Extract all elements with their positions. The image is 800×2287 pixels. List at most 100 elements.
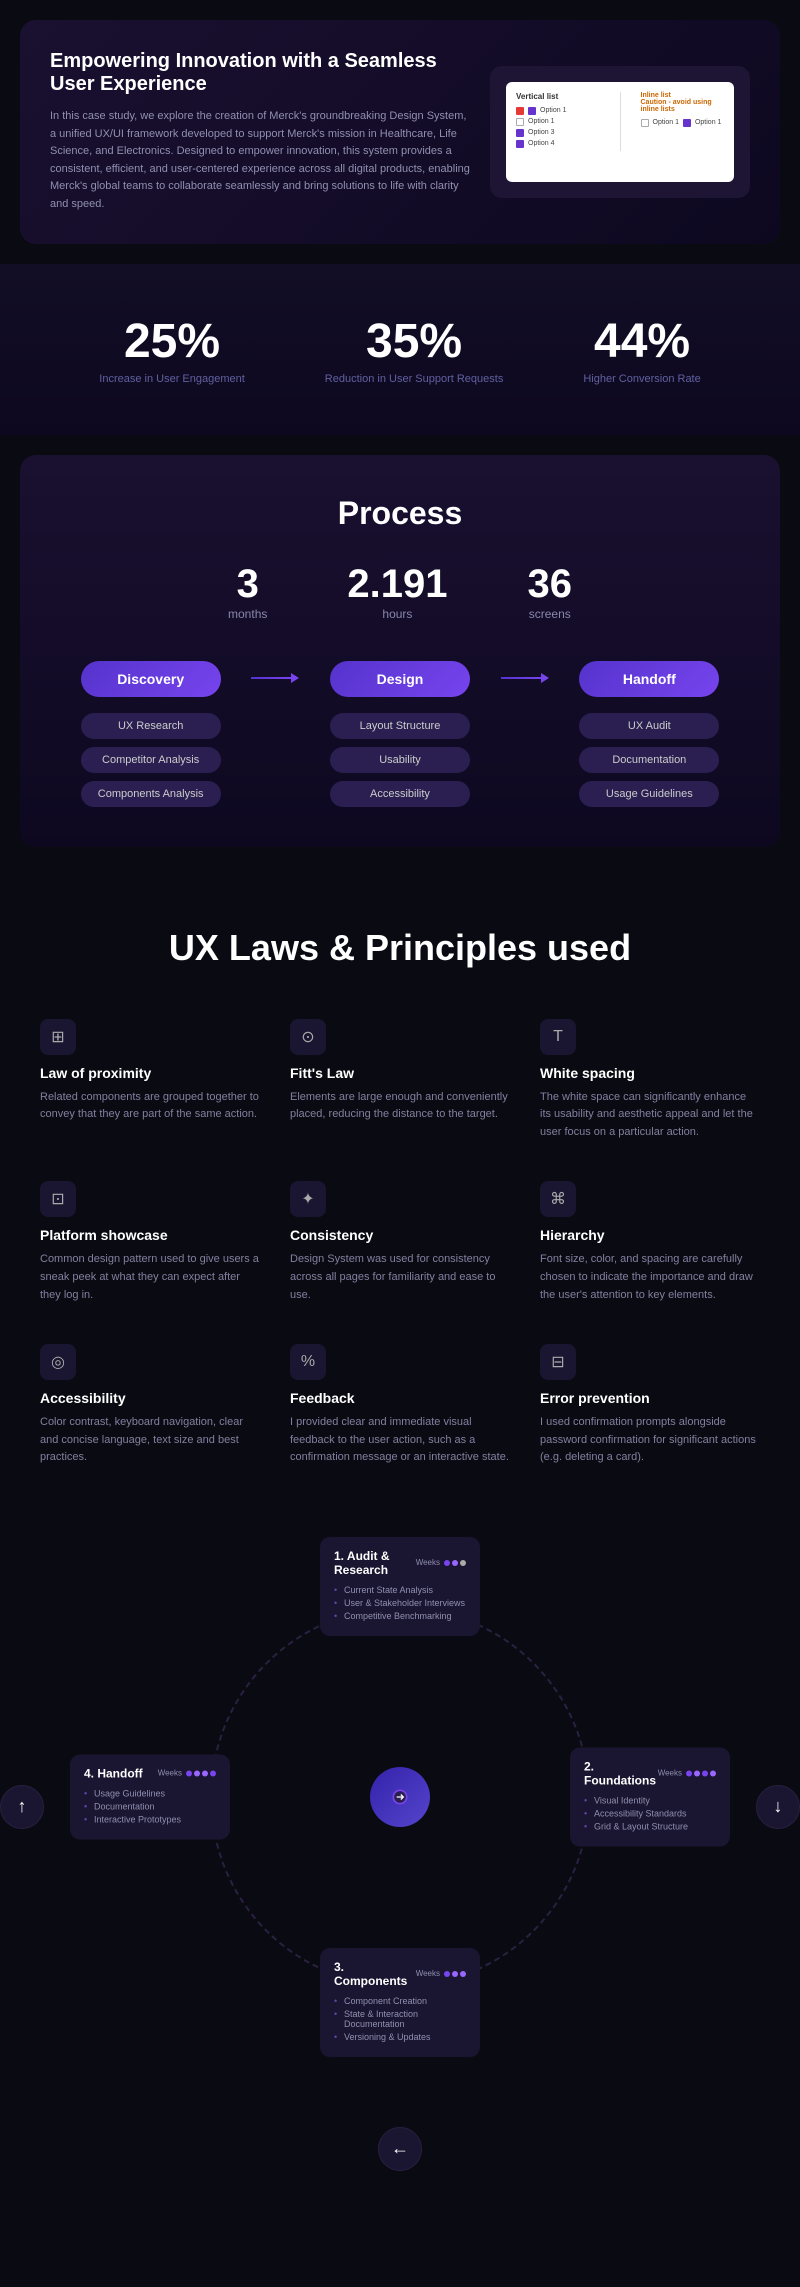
components-item-3: Versioning & Updates bbox=[334, 2032, 466, 2042]
mockup-cb1[interactable] bbox=[528, 107, 536, 115]
card-handoff-items: Usage Guidelines Documentation Interacti… bbox=[84, 1788, 216, 1824]
handoff-usage-guidelines: Usage Guidelines bbox=[579, 781, 719, 807]
card-components-items: Component Creation State & Interaction D… bbox=[334, 1996, 466, 2042]
handoff-circle-item-1: Usage Guidelines bbox=[84, 1788, 216, 1798]
stats-section: 25% Increase in User Engagement 35% Redu… bbox=[0, 264, 800, 435]
law-icon-2: T bbox=[540, 1019, 576, 1055]
handoff-sub-items: UX Audit Documentation Usage Guidelines bbox=[549, 713, 750, 807]
process-flow: Discovery UX Research Competitor Analysi… bbox=[50, 661, 750, 807]
law-icon-7: % bbox=[290, 1344, 326, 1380]
week-dot bbox=[702, 1770, 708, 1776]
law-item-6: ◎ Accessibility Color contrast, keyboard… bbox=[40, 1344, 260, 1467]
arrow-dash-2 bbox=[501, 677, 541, 679]
process-title: Process bbox=[50, 495, 750, 532]
stat-conversion-number: 44% bbox=[583, 314, 700, 369]
circle-card-handoff: 4. Handoff Weeks Usage Guidelines Docume… bbox=[70, 1754, 230, 1839]
discovery-button[interactable]: Discovery bbox=[81, 661, 221, 697]
card-foundations-header: 2. Foundations Weeks bbox=[584, 1759, 716, 1787]
ux-laws-title: UX Laws & Principles used bbox=[40, 927, 760, 969]
process-metrics: 3 months 2.191 hours 36 screens bbox=[50, 562, 750, 621]
process-section: Process 3 months 2.191 hours 36 screens … bbox=[20, 455, 780, 847]
handoff-ux-audit: UX Audit bbox=[579, 713, 719, 739]
law-item-1: ⊙ Fitt's Law Elements are large enough a… bbox=[290, 1019, 510, 1142]
mockup-inline-cb1[interactable] bbox=[641, 119, 649, 127]
mockup-inline-cb2[interactable] bbox=[683, 119, 691, 127]
circle-card-audit: 1. Audit & Research Weeks Current State … bbox=[320, 1537, 480, 1636]
circle-process-section: ↑ 1. Audit & Research Weeks Current Stat… bbox=[0, 1507, 800, 2107]
stats-grid: 25% Increase in User Engagement 35% Redu… bbox=[40, 314, 760, 385]
foundations-item-3: Grid & Layout Structure bbox=[584, 1821, 716, 1831]
card-audit-header: 1. Audit & Research Weeks bbox=[334, 1549, 466, 1577]
design-layout-structure: Layout Structure bbox=[330, 713, 470, 739]
law-icon-1: ⊙ bbox=[290, 1019, 326, 1055]
law-item-4: ✦ Consistency Design System was used for… bbox=[290, 1181, 510, 1304]
discovery-ux-research: UX Research bbox=[81, 713, 221, 739]
law-title-8: Error prevention bbox=[540, 1390, 760, 1406]
hero-description: In this case study, we explore the creat… bbox=[50, 108, 470, 214]
stat-support: 35% Reduction in User Support Requests bbox=[325, 314, 504, 385]
law-icon-4: ✦ bbox=[290, 1181, 326, 1217]
metric-months-label: months bbox=[228, 607, 267, 621]
law-item-0: ⊞ Law of proximity Related components ar… bbox=[40, 1019, 260, 1142]
card-components-weeks: Weeks bbox=[416, 1969, 466, 1978]
week-dot bbox=[694, 1770, 700, 1776]
week-dot bbox=[460, 1971, 466, 1977]
hero-section: Empowering Innovation with a Seamless Us… bbox=[20, 20, 780, 244]
week-dot bbox=[194, 1770, 200, 1776]
week-dot bbox=[444, 1560, 450, 1566]
metric-hours: 2.191 hours bbox=[347, 562, 447, 621]
card-handoff-header: 4. Handoff Weeks bbox=[84, 1766, 216, 1780]
card-foundations-weeks: Weeks bbox=[658, 1769, 716, 1778]
discovery-components-analysis: Components Analysis bbox=[81, 781, 221, 807]
mockup-cb4[interactable] bbox=[516, 140, 524, 148]
law-desc-5: Font size, color, and spacing are carefu… bbox=[540, 1251, 760, 1304]
card-components-header: 3. Components Weeks bbox=[334, 1960, 466, 1988]
mockup-vertical-label: Vertical list bbox=[516, 92, 600, 101]
week-dot bbox=[202, 1770, 208, 1776]
card-foundations-title: 2. Foundations bbox=[584, 1759, 658, 1787]
nav-left-button[interactable]: ← bbox=[378, 2127, 422, 2171]
handoff-button[interactable]: Handoff bbox=[579, 661, 719, 697]
week-dot bbox=[460, 1560, 466, 1566]
hero-image-panel: Vertical list Option 1 Option 1 Option 3 bbox=[490, 66, 750, 198]
law-title-2: White spacing bbox=[540, 1065, 760, 1081]
law-icon-8: ⊟ bbox=[540, 1344, 576, 1380]
nav-up-button[interactable]: ↑ bbox=[0, 1785, 44, 1829]
mockup-cb3[interactable] bbox=[516, 129, 524, 137]
components-item-2: State & Interaction Documentation bbox=[334, 2009, 466, 2029]
stat-conversion: 44% Higher Conversion Rate bbox=[583, 314, 700, 385]
mockup-inline-label: Inline listCaution - avoid using inline … bbox=[641, 92, 725, 113]
law-item-2: T White spacing The white space can sign… bbox=[540, 1019, 760, 1142]
law-desc-6: Color contrast, keyboard navigation, cle… bbox=[40, 1414, 260, 1467]
process-handoff-column: Handoff UX Audit Documentation Usage Gui… bbox=[549, 661, 750, 807]
audit-item-3: Competitive Benchmarking bbox=[334, 1611, 466, 1621]
discovery-sub-items: UX Research Competitor Analysis Componen… bbox=[50, 713, 251, 807]
law-icon-6: ◎ bbox=[40, 1344, 76, 1380]
arrow-head-2 bbox=[541, 673, 549, 683]
law-desc-3: Common design pattern used to give users… bbox=[40, 1251, 260, 1304]
law-title-0: Law of proximity bbox=[40, 1065, 260, 1081]
design-usability: Usability bbox=[330, 747, 470, 773]
circle-card-components: 3. Components Weeks Component Creation S… bbox=[320, 1948, 480, 2057]
design-accessibility: Accessibility bbox=[330, 781, 470, 807]
week-dot bbox=[452, 1560, 458, 1566]
metric-hours-number: 2.191 bbox=[347, 562, 447, 607]
card-handoff-title: 4. Handoff bbox=[84, 1766, 143, 1780]
stat-engagement-number: 25% bbox=[99, 314, 245, 369]
stat-engagement-label: Increase in User Engagement bbox=[99, 373, 245, 385]
stat-support-number: 35% bbox=[325, 314, 504, 369]
law-item-7: % Feedback I provided clear and immediat… bbox=[290, 1344, 510, 1467]
week-dot bbox=[686, 1770, 692, 1776]
card-audit-title: 1. Audit & Research bbox=[334, 1549, 416, 1577]
law-title-1: Fitt's Law bbox=[290, 1065, 510, 1081]
audit-item-1: Current State Analysis bbox=[334, 1585, 466, 1595]
card-audit-items: Current State Analysis User & Stakeholde… bbox=[334, 1585, 466, 1621]
nav-down-button[interactable]: ↓ bbox=[756, 1785, 800, 1829]
design-button[interactable]: Design bbox=[330, 661, 470, 697]
circle-center-button[interactable] bbox=[370, 1767, 430, 1827]
law-title-5: Hierarchy bbox=[540, 1227, 760, 1243]
foundations-item-2: Accessibility Standards bbox=[584, 1808, 716, 1818]
mockup-cb2[interactable] bbox=[516, 118, 524, 126]
handoff-documentation: Documentation bbox=[579, 747, 719, 773]
mockup-divider bbox=[620, 92, 621, 151]
